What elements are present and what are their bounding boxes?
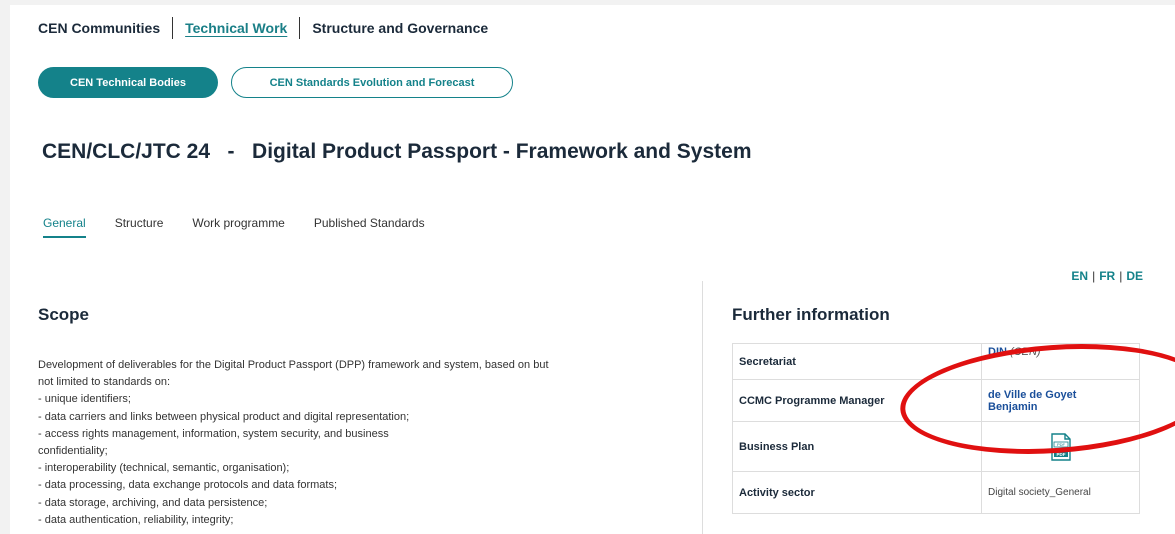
activity-sector-value: Digital society_General xyxy=(981,471,1140,514)
column-divider xyxy=(702,281,703,534)
page: CEN Communities Technical Work Structure… xyxy=(10,5,1175,534)
standards-evolution-button[interactable]: CEN Standards Evolution and Forecast xyxy=(231,67,513,98)
tab-work-programme[interactable]: Work programme xyxy=(192,216,284,238)
lang-en[interactable]: EN xyxy=(1071,269,1088,283)
scope-line: - data storage, archiving, and data pers… xyxy=(38,496,268,509)
further-info-heading: Further information xyxy=(732,305,890,324)
nav-structure-governance[interactable]: Structure and Governance xyxy=(312,20,488,36)
activity-sector-label: Activity sector xyxy=(732,471,982,514)
nav-technical-work[interactable]: Technical Work xyxy=(185,20,287,36)
scope-line: - data processing, data exchange protoco… xyxy=(38,479,338,492)
scope-line: Development of deliverables for the Digi… xyxy=(38,359,549,371)
language-switcher: EN | FR | DE xyxy=(1071,269,1143,283)
tab-published-standards[interactable]: Published Standards xyxy=(314,216,425,238)
nav-separator xyxy=(172,17,174,39)
nav-cen-communities[interactable]: CEN Communities xyxy=(38,20,160,36)
scope-heading: Scope xyxy=(38,305,90,324)
page-title: CEN/CLC/JTC 24 - Digital Product Passpor… xyxy=(42,140,752,163)
scope-line: - data authentication, reliability, inte… xyxy=(38,513,234,526)
scope-line: - access rights management, information,… xyxy=(38,427,389,440)
tab-general[interactable]: General xyxy=(43,216,86,238)
scope-line: - data carriers and links between physic… xyxy=(38,410,410,423)
tab-bar: General Structure Work programme Publish… xyxy=(43,216,454,238)
lang-fr[interactable]: FR xyxy=(1099,269,1115,283)
scope-line: - unique identifiers; xyxy=(38,393,131,406)
lang-de[interactable]: DE xyxy=(1126,269,1143,283)
scope-text: Development of deliverables for the Digi… xyxy=(38,357,698,529)
scope-line: - interoperability (technical, semantic,… xyxy=(38,462,290,475)
scope-line: not limited to standards on: xyxy=(38,376,171,389)
tab-structure[interactable]: Structure xyxy=(115,216,164,238)
cen-technical-bodies-button[interactable]: CEN Technical Bodies xyxy=(38,67,218,98)
nav-separator xyxy=(299,17,301,39)
scope-line: confidentiality; xyxy=(38,445,108,458)
table-row: Activity sector Digital society_General xyxy=(732,471,1140,514)
top-navigation: CEN Communities Technical Work Structure… xyxy=(38,17,488,39)
